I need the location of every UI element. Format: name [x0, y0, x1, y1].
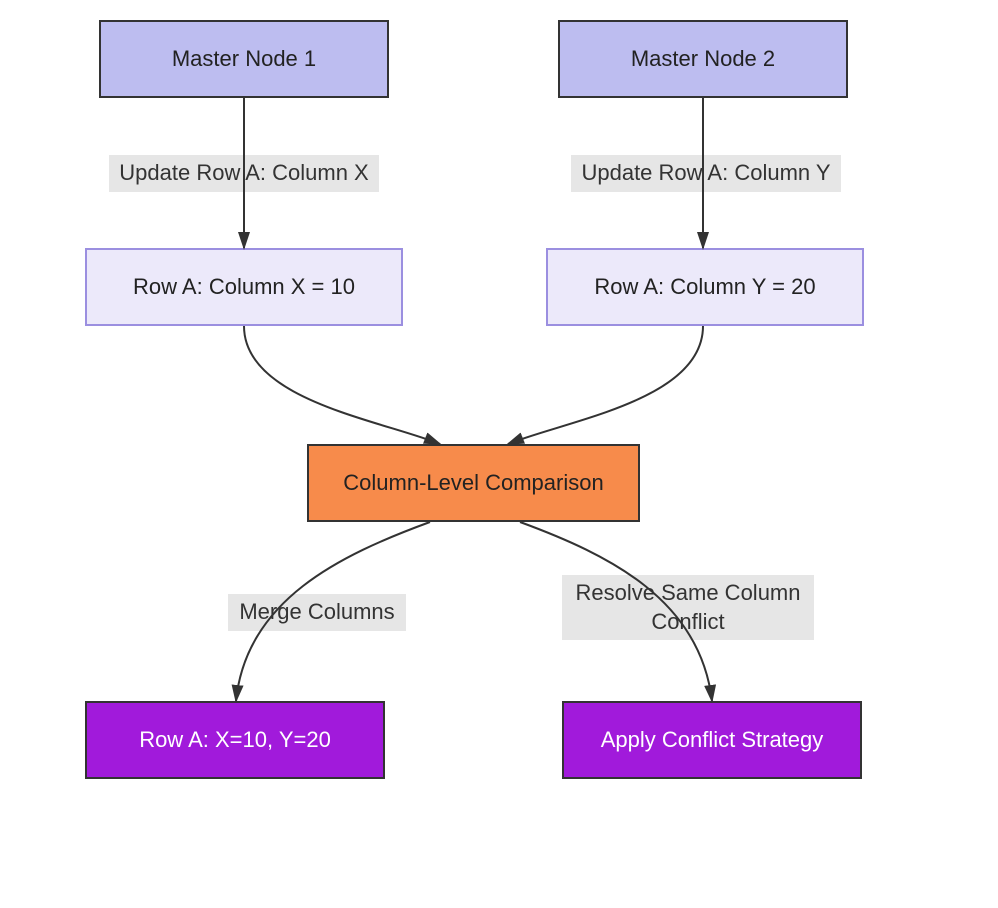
row-a-column-y: Row A: Column Y = 20 — [546, 248, 864, 326]
apply-conflict-strategy: Apply Conflict Strategy — [562, 701, 862, 779]
edge-label-merge-columns: Merge Columns — [228, 594, 406, 631]
edge-label-resolve-conflict: Resolve Same Column Conflict — [562, 575, 814, 640]
edge-label-update-y: Update Row A: Column Y — [571, 155, 841, 192]
master-node-2: Master Node 2 — [558, 20, 848, 98]
merged-row: Row A: X=10, Y=20 — [85, 701, 385, 779]
column-level-comparison: Column-Level Comparison — [307, 444, 640, 522]
edge-label-update-x: Update Row A: Column X — [109, 155, 379, 192]
master-node-1: Master Node 1 — [99, 20, 389, 98]
row-a-column-x: Row A: Column X = 10 — [85, 248, 403, 326]
